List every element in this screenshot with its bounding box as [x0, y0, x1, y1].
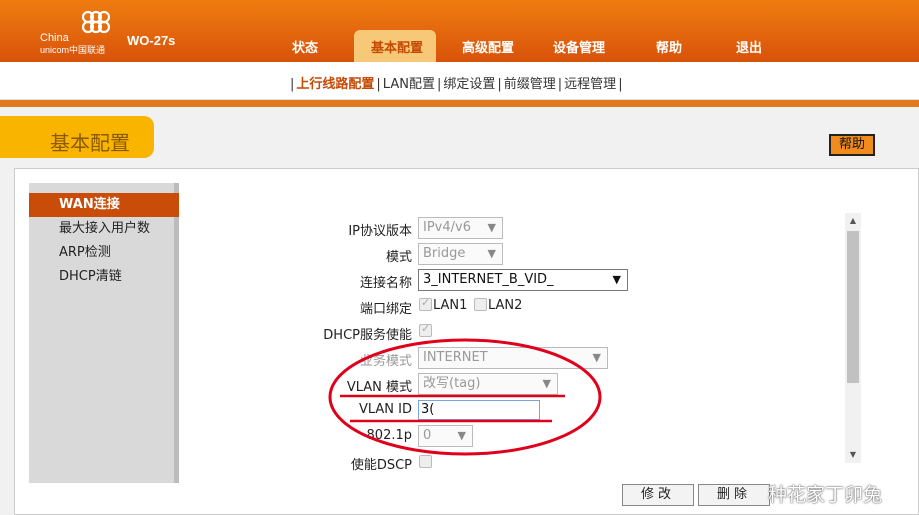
- priority-label: 802.1p: [366, 428, 412, 443]
- nav-basic-config[interactable]: 基本配置: [371, 37, 423, 56]
- logo-text-unicom: unicom中国联通: [40, 45, 106, 55]
- delete-button[interactable]: 删除: [698, 484, 770, 506]
- subnav-lan-config[interactable]: LAN配置: [383, 77, 435, 92]
- subnav-uplink-config[interactable]: 上行线路配置: [296, 77, 374, 92]
- scroll-up-arrow-icon[interactable]: ▲: [845, 213, 861, 229]
- sidebar-item-arp[interactable]: ARP检测: [29, 241, 179, 265]
- nav-device-management[interactable]: 设备管理: [553, 37, 605, 56]
- sub-nav: | 上行线路配置 | LAN配置 | 绑定设置 | 前缀管理 | 远程管理 |: [0, 62, 919, 100]
- lan1-label: LAN1: [433, 298, 468, 313]
- mode-label: 模式: [385, 250, 412, 265]
- service-mode-label: 业务模式: [359, 354, 412, 369]
- sidebar: WAN连接 最大接入用户数 ARP检测 DHCP清链: [29, 183, 179, 483]
- lan2-label: LAN2: [488, 298, 523, 313]
- subnav-remote-management[interactable]: 远程管理: [564, 77, 616, 92]
- port-binding-label: 端口绑定: [359, 302, 412, 317]
- nav-status[interactable]: 状态: [292, 37, 318, 56]
- sidebar-item-max-users[interactable]: 最大接入用户数: [29, 217, 179, 241]
- chevron-down-icon: ▼: [612, 273, 621, 286]
- ip-version-select[interactable]: IPv4/v6 ▼: [418, 217, 503, 239]
- priority-select[interactable]: 0 ▼: [418, 425, 473, 447]
- ip-version-label: IP协议版本: [348, 224, 412, 239]
- sidebar-item-dhcp-clear[interactable]: DHCP清链: [29, 265, 179, 289]
- scroll-down-arrow-icon[interactable]: ▼: [845, 447, 861, 463]
- page-title: 基本配置: [50, 131, 130, 155]
- vlan-id-input[interactable]: 3(: [418, 400, 540, 420]
- chevron-down-icon: ▼: [542, 377, 551, 390]
- chevron-down-icon: ▼: [592, 351, 601, 364]
- unicom-knot-icon: [81, 10, 111, 34]
- nav-help[interactable]: 帮助: [656, 37, 682, 56]
- mode-select[interactable]: Bridge ▼: [418, 243, 503, 265]
- chevron-down-icon: ▼: [487, 221, 496, 234]
- unicom-logo: China unicom中国联通: [38, 8, 128, 56]
- orange-divider: [0, 100, 919, 107]
- watermark: 种花家丁卯兔: [768, 484, 883, 506]
- subnav-binding-settings[interactable]: 绑定设置: [443, 77, 495, 92]
- top-header: China unicom中国联通 WO-27s: [0, 0, 919, 62]
- chevron-down-icon: ▼: [487, 247, 496, 260]
- nav-advanced-config[interactable]: 高级配置: [462, 37, 514, 56]
- device-model: WO-27s: [127, 33, 176, 48]
- service-mode-select[interactable]: INTERNET ▼: [418, 347, 608, 369]
- chevron-down-icon: ▼: [457, 429, 466, 442]
- help-button[interactable]: 帮助: [829, 134, 875, 156]
- connection-name-label: 连接名称: [359, 276, 412, 291]
- dscp-label: 使能DSCP: [350, 458, 412, 473]
- vlan-id-label: VLAN ID: [358, 402, 412, 417]
- dhcp-service-label: DHCP服务使能: [323, 328, 412, 343]
- scroll-thumb[interactable]: [847, 231, 859, 383]
- sidebar-item-wan[interactable]: WAN连接: [29, 193, 179, 217]
- vlan-mode-select[interactable]: 改写(tag) ▼: [418, 373, 558, 395]
- lan1-checkbox[interactable]: [419, 296, 432, 311]
- dhcp-service-checkbox[interactable]: [419, 322, 432, 337]
- nav-logout[interactable]: 退出: [736, 37, 762, 56]
- subnav-prefix-management[interactable]: 前缀管理: [504, 77, 556, 92]
- vlan-mode-label: VLAN 模式: [346, 380, 412, 395]
- form-scrollbar[interactable]: ▲ ▼: [845, 213, 861, 463]
- dscp-checkbox[interactable]: [419, 455, 432, 468]
- connection-name-select[interactable]: 3_INTERNET_B_VID_ ▼: [418, 269, 628, 291]
- lan2-checkbox[interactable]: [474, 298, 487, 311]
- modify-button[interactable]: 修改: [622, 484, 694, 506]
